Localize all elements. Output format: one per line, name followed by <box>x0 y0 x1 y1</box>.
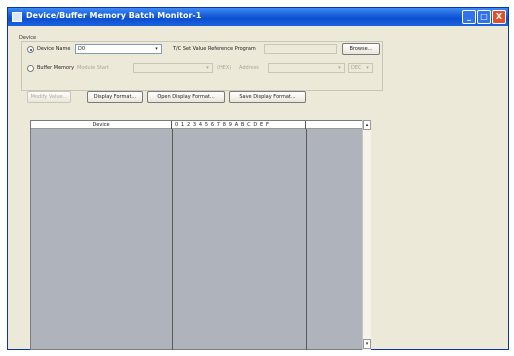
column-divider <box>172 129 173 350</box>
open-display-format-button[interactable]: Open Display Format... <box>147 91 225 103</box>
monitor-vertical-scrollbar[interactable]: ▴ ▾ <box>362 120 371 350</box>
radix-dropdown-arrow-icon[interactable]: ▾ <box>363 64 372 72</box>
radix-value: DEC <box>351 65 362 71</box>
app-icon <box>12 12 22 22</box>
window-title: Device/Buffer Memory Batch Monitor-1 <box>26 11 202 20</box>
tc-reference-program-field[interactable] <box>264 44 337 54</box>
radix-combobox[interactable]: DEC ▾ <box>348 63 373 73</box>
batch-monitor-window: Device/Buffer Memory Batch Monitor-1 _ □… <box>7 7 509 350</box>
modify-value-button[interactable]: Modify Value... <box>27 91 71 103</box>
device-name-radio[interactable] <box>27 46 34 53</box>
column-header-device[interactable]: Device <box>31 121 172 129</box>
title-bar[interactable]: Device/Buffer Memory Batch Monitor-1 _ □… <box>8 8 508 26</box>
address-dropdown-arrow-icon[interactable]: ▾ <box>335 64 344 72</box>
device-name-dropdown-arrow-icon[interactable]: ▾ <box>152 45 161 53</box>
device-name-combobox[interactable]: D0 ▾ <box>75 44 162 54</box>
device-name-label: Device Name <box>37 46 71 52</box>
column-divider <box>306 129 307 350</box>
close-button[interactable]: X <box>492 10 506 24</box>
address-label: Address <box>239 65 259 71</box>
save-display-format-button[interactable]: Save Display Format... <box>229 91 306 103</box>
display-format-button[interactable]: Display Format... <box>87 91 143 103</box>
scroll-down-arrow-icon[interactable]: ▾ <box>363 339 371 349</box>
minimize-button[interactable]: _ <box>462 10 476 24</box>
module-start-combobox[interactable]: ▾ <box>133 63 213 73</box>
address-combobox[interactable]: ▾ <box>268 63 345 73</box>
buffer-memory-radio[interactable] <box>27 65 34 72</box>
maximize-button[interactable]: □ <box>477 10 491 24</box>
device-name-value: D0 <box>78 46 86 52</box>
tc-reference-label: T/C Set Value Reference Program <box>173 46 256 52</box>
hex-label: (HEX) <box>217 65 232 71</box>
browse-button[interactable]: Browse... <box>342 43 380 55</box>
module-start-label: Module Start <box>77 65 109 71</box>
monitor-grid[interactable]: Device 0 1 2 3 4 5 6 7 8 9 A B C D E F <box>30 120 371 350</box>
buffer-memory-label: Buffer Memory <box>37 65 75 71</box>
scroll-up-arrow-icon[interactable]: ▴ <box>363 120 371 130</box>
module-start-dropdown-arrow-icon[interactable]: ▾ <box>203 64 212 72</box>
column-header-bits[interactable]: 0 1 2 3 4 5 6 7 8 9 A B C D E F <box>173 121 306 129</box>
monitor-header: Device 0 1 2 3 4 5 6 7 8 9 A B C D E F <box>31 121 370 129</box>
column-header-value[interactable] <box>307 121 362 129</box>
